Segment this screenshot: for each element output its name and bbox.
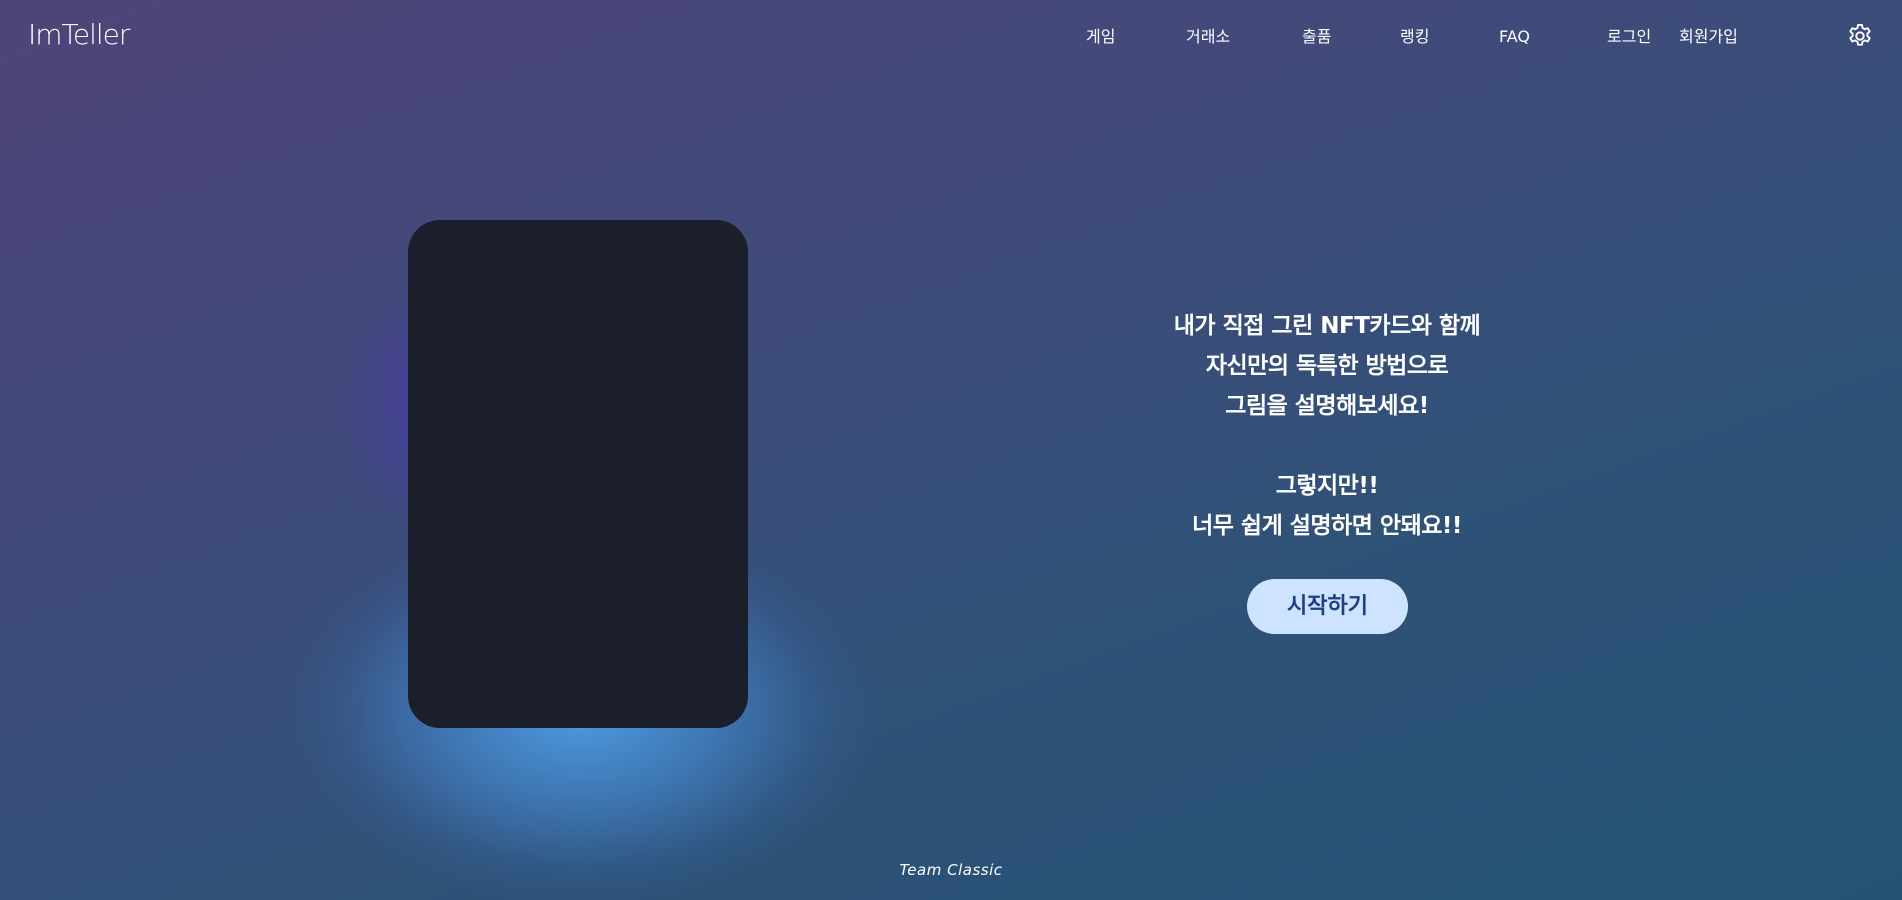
- gear-icon[interactable]: [1846, 22, 1874, 50]
- logo[interactable]: ImTeller: [28, 18, 130, 52]
- hero-line-1: 내가 직접 그린 NFT카드와 함께: [1173, 313, 1481, 339]
- nft-card: [408, 220, 748, 728]
- nav-item-listing[interactable]: 출품: [1302, 26, 1331, 48]
- hero-line-5: 너무 쉽게 설명하면 안돼요!!: [1192, 513, 1462, 539]
- nav-item-exchange[interactable]: 거래소: [1186, 26, 1230, 48]
- signup-link[interactable]: 회원가입: [1679, 26, 1738, 48]
- landing-page: ImTeller 게임 거래소 출품 랭킹 FAQ 로그인 회원가입 내가 직접…: [0, 0, 1902, 900]
- hero-line-2: 자신만의 독특한 방법으로: [1205, 353, 1449, 379]
- nav-item-game[interactable]: 게임: [1086, 26, 1115, 48]
- start-button[interactable]: 시작하기: [1247, 579, 1408, 634]
- hero-spacer: [1077, 426, 1577, 466]
- hero-line-4: 그렇지만!!: [1275, 473, 1379, 499]
- hero-copy: 내가 직접 그린 NFT카드와 함께 자신만의 독특한 방법으로 그림을 설명해…: [1077, 306, 1577, 546]
- footer-team-text: Team Classic: [899, 861, 1003, 879]
- nav-item-ranking[interactable]: 랭킹: [1400, 26, 1429, 48]
- login-link[interactable]: 로그인: [1607, 26, 1651, 48]
- hero-line-3: 그림을 설명해보세요!: [1225, 393, 1429, 419]
- nav-item-faq[interactable]: FAQ: [1499, 26, 1530, 48]
